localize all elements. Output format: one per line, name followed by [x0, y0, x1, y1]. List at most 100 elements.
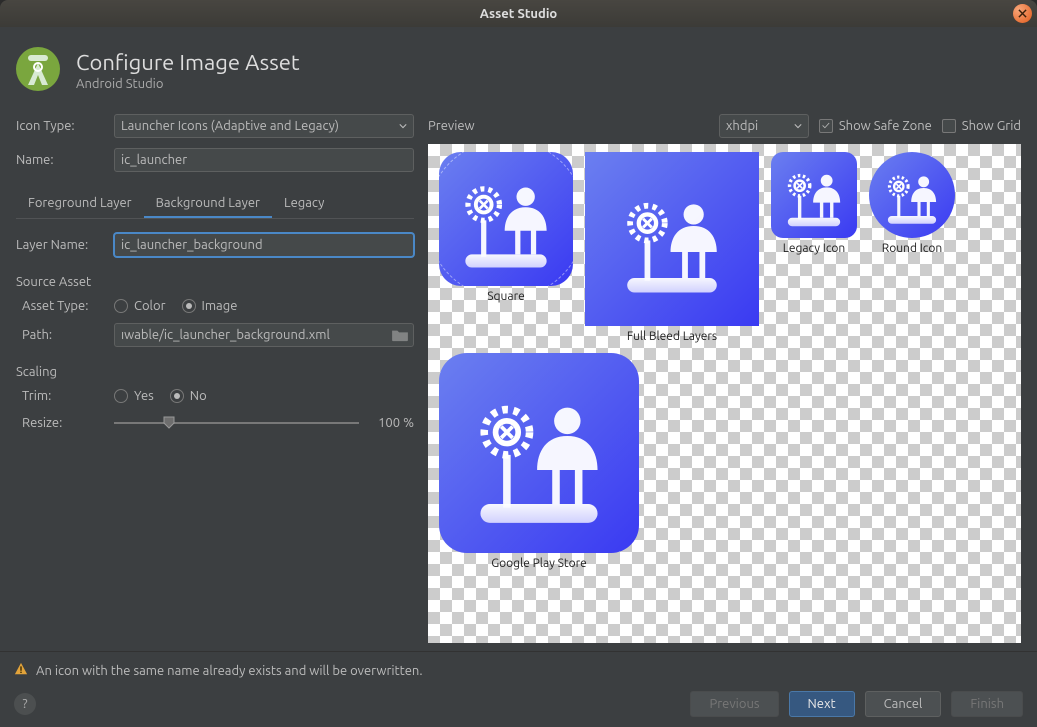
preview-round: Round Icon — [869, 152, 955, 343]
resize-slider-wrap: 100 % — [114, 413, 414, 433]
trim-row: Trim: Yes No — [16, 389, 414, 403]
tab-legacy[interactable]: Legacy — [272, 190, 336, 218]
asset-type-label: Asset Type: — [16, 299, 106, 313]
radio-icon — [114, 299, 128, 313]
left-panel: Icon Type: Launcher Icons (Adaptive and … — [16, 114, 414, 643]
tab-foreground-layer[interactable]: Foreground Layer — [16, 190, 144, 218]
window-title: Asset Studio — [480, 7, 558, 21]
close-icon — [1018, 9, 1027, 18]
trim-label: Trim: — [16, 389, 106, 403]
name-input[interactable]: ic_launcher — [114, 148, 414, 172]
preview-header: Preview xhdpi Show Safe Zone Show Grid — [428, 114, 1021, 138]
trim-no-radio[interactable]: No — [170, 389, 207, 403]
previous-button[interactable]: Previous — [690, 691, 778, 717]
preview-items: Square Full Bleed Layers Legacy Icon — [428, 144, 1021, 643]
button-row: ? Previous Next Cancel Finish — [14, 691, 1023, 717]
next-button[interactable]: Next — [789, 691, 855, 717]
android-studio-icon — [14, 45, 62, 96]
preview-google-play-icon — [439, 353, 639, 553]
trim-no-label: No — [190, 389, 207, 403]
icon-type-label: Icon Type: — [16, 119, 106, 133]
dpi-dropdown[interactable]: xhdpi — [719, 114, 809, 138]
name-label: Name: — [16, 153, 106, 167]
preview-legacy-icon — [771, 152, 857, 238]
layer-name-row: Layer Name: ic_launcher_background — [16, 233, 414, 257]
dialog-header-text: Configure Image Asset Android Studio — [76, 50, 300, 91]
name-row: Name: ic_launcher — [16, 148, 414, 172]
slider-thumb[interactable] — [162, 415, 176, 429]
radio-icon — [170, 389, 184, 403]
preview-area: Square Full Bleed Layers Legacy Icon — [428, 144, 1021, 643]
radio-icon — [114, 389, 128, 403]
resize-slider[interactable] — [114, 413, 359, 433]
scaling-header: Scaling — [16, 365, 414, 379]
cancel-button[interactable]: Cancel — [865, 691, 942, 717]
layer-name-label: Layer Name: — [16, 238, 106, 252]
help-button[interactable]: ? — [14, 693, 36, 715]
preview-square-label: Square — [487, 290, 525, 303]
slider-track — [114, 422, 359, 424]
trim-radios: Yes No — [114, 389, 207, 403]
icon-type-dropdown[interactable]: Launcher Icons (Adaptive and Legacy) — [114, 114, 414, 138]
preview-google-play: Google Play Store — [439, 353, 639, 570]
show-safe-zone-checkbox[interactable]: Show Safe Zone — [819, 119, 932, 133]
dialog-window: Configure Image Asset Android Studio Ico… — [0, 27, 1037, 727]
close-button[interactable] — [1013, 4, 1032, 23]
preview-square-icon — [439, 152, 573, 286]
show-grid-label: Show Grid — [962, 119, 1021, 133]
finish-button[interactable]: Finish — [951, 691, 1023, 717]
preview-square: Square — [439, 152, 573, 343]
source-asset-header: Source Asset — [16, 275, 414, 289]
dpi-value: xhdpi — [726, 119, 758, 133]
trim-yes-label: Yes — [134, 389, 154, 403]
preview-full-bleed: Full Bleed Layers — [585, 152, 759, 343]
titlebar[interactable]: Asset Studio — [0, 0, 1037, 27]
path-value: ıwable/ic_launcher_background.xml — [121, 328, 330, 342]
dialog-header: Configure Image Asset Android Studio — [0, 27, 1037, 114]
warning-row: An icon with the same name already exist… — [14, 662, 1023, 679]
asset-type-color-radio[interactable]: Color — [114, 299, 166, 313]
asset-type-row: Asset Type: Color Image — [16, 299, 414, 313]
preview-round-label: Round Icon — [882, 242, 942, 255]
asset-type-color-label: Color — [134, 299, 166, 313]
asset-type-radios: Color Image — [114, 299, 237, 313]
path-label: Path: — [16, 328, 106, 342]
path-row: Path: ıwable/ic_launcher_background.xml — [16, 323, 414, 347]
warning-icon — [14, 662, 28, 679]
resize-value: 100 % — [369, 416, 414, 430]
trim-yes-radio[interactable]: Yes — [114, 389, 154, 403]
resize-label: Resize: — [16, 416, 106, 430]
show-grid-checkbox[interactable]: Show Grid — [942, 119, 1021, 133]
asset-type-image-radio[interactable]: Image — [182, 299, 238, 313]
dialog-footer: An icon with the same name already exist… — [0, 651, 1037, 727]
name-value: ic_launcher — [121, 153, 187, 167]
icon-type-row: Icon Type: Launcher Icons (Adaptive and … — [16, 114, 414, 138]
preview-full-bleed-icon — [585, 152, 759, 326]
dialog-title: Configure Image Asset — [76, 50, 300, 75]
dialog-content: Icon Type: Launcher Icons (Adaptive and … — [0, 114, 1037, 651]
tab-background-layer[interactable]: Background Layer — [144, 190, 272, 218]
show-safe-zone-label: Show Safe Zone — [839, 119, 932, 133]
layer-name-input[interactable]: ic_launcher_background — [114, 233, 414, 257]
chevron-down-icon — [794, 122, 802, 130]
preview-legacy: Legacy Icon — [771, 152, 857, 343]
icon-type-value: Launcher Icons (Adaptive and Legacy) — [121, 119, 339, 133]
warning-text: An icon with the same name already exist… — [36, 664, 423, 678]
layer-name-value: ic_launcher_background — [121, 238, 263, 252]
checkbox-icon — [819, 119, 833, 133]
checkbox-icon — [942, 119, 956, 133]
radio-icon — [182, 299, 196, 313]
folder-icon[interactable] — [391, 328, 409, 342]
chevron-down-icon — [399, 122, 407, 130]
asset-type-image-label: Image — [202, 299, 238, 313]
preview-full-bleed-label: Full Bleed Layers — [627, 330, 717, 343]
preview-round-icon — [869, 152, 955, 238]
layer-tabs: Foreground Layer Background Layer Legacy — [16, 190, 414, 219]
path-input[interactable]: ıwable/ic_launcher_background.xml — [114, 323, 414, 347]
resize-row: Resize: 100 % — [16, 413, 414, 433]
right-panel: Preview xhdpi Show Safe Zone Show Grid — [428, 114, 1021, 643]
preview-google-play-label: Google Play Store — [491, 557, 587, 570]
preview-legacy-label: Legacy Icon — [783, 242, 846, 255]
preview-label: Preview — [428, 119, 475, 133]
dialog-subtitle: Android Studio — [76, 77, 300, 91]
